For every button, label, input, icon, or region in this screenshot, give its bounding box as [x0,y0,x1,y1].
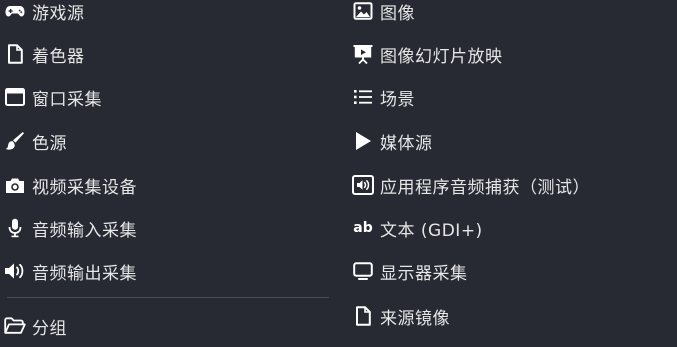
brush-icon [4,130,26,152]
play-icon [352,130,374,152]
menu-item-label: 着色器 [32,46,85,67]
menu-item-label: 图像 [380,3,415,24]
add-source-menu: 游戏源 着色器 窗口采集 色源 视频采集设备 音频输入采集 音频输出采集 分组 … [0,0,677,347]
camera-icon [4,174,26,196]
menu-item-text-gdi[interactable]: ab 文本 (GDI+) [352,211,672,245]
image-icon [352,0,374,22]
microphone-icon [4,217,26,239]
menu-item-label: 图像幻灯片放映 [380,46,503,67]
speaker-icon [4,260,26,282]
text-icon: ab [353,220,373,236]
menu-item-label: 分组 [32,318,67,339]
menu-item-label: 显示器采集 [380,263,468,284]
menu-separator [7,297,329,298]
menu-item-label: 色源 [32,133,67,154]
menu-item-color-source[interactable]: 色源 [4,124,334,158]
menu-item-application-audio-capture[interactable]: 应用程序音频捕获（测试） [352,168,672,202]
menu-item-display-capture[interactable]: 显示器采集 [352,254,672,288]
menu-item-label: 窗口采集 [32,89,102,110]
menu-item-audio-output-capture[interactable]: 音频输出采集 [4,254,334,288]
menu-item-game-capture[interactable]: 游戏源 [4,0,334,28]
app-audio-icon [352,174,374,196]
menu-item-shader[interactable]: 着色器 [4,37,334,71]
menu-item-label: 来源镜像 [380,308,450,329]
menu-item-label: 媒体源 [380,133,433,154]
file-icon [4,43,26,65]
monitor-icon [352,260,374,282]
menu-item-window-capture[interactable]: 窗口采集 [4,80,334,114]
file-icon [352,305,374,327]
menu-item-scene[interactable]: 场景 [352,80,672,114]
menu-item-label: 音频输出采集 [32,263,137,284]
slideshow-icon [352,43,374,65]
menu-item-source-mirror[interactable]: 来源镜像 [352,299,672,333]
menu-item-label: 游戏源 [32,3,85,24]
menu-item-label: 文本 (GDI+) [380,220,483,241]
menu-item-label: 场景 [380,89,415,110]
list-icon [352,86,374,108]
menu-item-image[interactable]: 图像 [352,0,672,28]
window-icon [4,86,26,108]
menu-item-media-source[interactable]: 媒体源 [352,124,672,158]
gamepad-icon [4,0,26,22]
menu-item-video-capture-device[interactable]: 视频采集设备 [4,168,334,202]
menu-item-label: 应用程序音频捕获（测试） [380,177,590,198]
menu-item-label: 音频输入采集 [32,220,137,241]
menu-item-image-slideshow[interactable]: 图像幻灯片放映 [352,37,672,71]
menu-item-audio-input-capture[interactable]: 音频输入采集 [4,211,334,245]
menu-item-label: 视频采集设备 [32,177,137,198]
menu-item-group[interactable]: 分组 [4,309,334,343]
folder-icon [4,315,26,337]
